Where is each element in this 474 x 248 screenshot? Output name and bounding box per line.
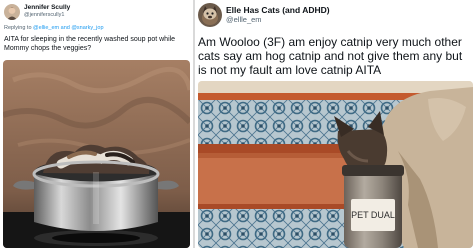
user-handle[interactable]: @jenniferscully1 [24,12,64,18]
display-name[interactable]: Elle Has Cats (and ADHD) [226,5,330,15]
tweet-photo-cat-in-pot[interactable] [3,60,190,248]
tweet-text: AITA for sleeping in the recently washed… [4,36,176,52]
reply-mentions[interactable]: @ellie_em and @snarky_jop [33,25,103,31]
tweet-card-jennifer[interactable]: Jennifer Scully @jenniferscully1 Replyin… [0,0,193,248]
tweet-text: Am Wooloo (3F) am enjoy catnip very much… [198,35,463,77]
user-avatar[interactable] [4,4,20,20]
replying-to-label: Replying to [4,25,34,31]
display-name[interactable]: Jennifer Scully [24,4,70,11]
jar-label: PET DUAL [351,210,395,220]
replying-to: Replying to @ellie_em and @snarky_jop [4,25,104,31]
tweet-photo-cat-with-catnip-jar[interactable]: PET DUAL [198,81,473,248]
tweet-card-elle[interactable]: Elle Has Cats (and ADHD) @ellle_em Am Wo… [195,0,474,248]
user-avatar[interactable] [198,3,222,27]
user-handle[interactable]: @ellle_em [226,15,262,24]
